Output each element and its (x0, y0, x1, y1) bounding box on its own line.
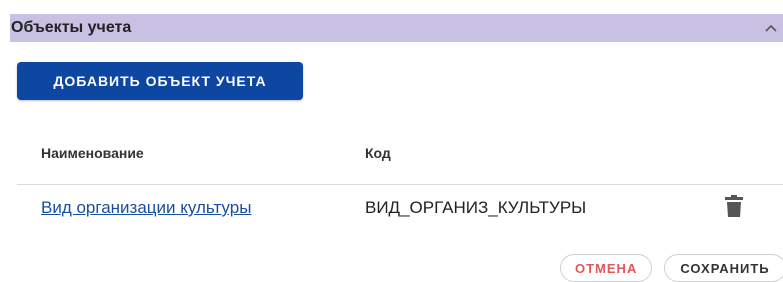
section-title: Объекты учета (11, 19, 132, 36)
chevron-up-icon[interactable] (763, 20, 779, 36)
column-header-name: Наименование (41, 145, 144, 161)
trash-icon[interactable] (725, 194, 743, 218)
section-header[interactable]: Объекты учета (10, 14, 783, 42)
add-accounting-object-button[interactable]: ДОБАВИТЬ ОБЪЕКТ УЧЕТА (17, 62, 303, 100)
row-divider (17, 184, 783, 185)
object-code: ВИД_ОРГАНИЗ_КУЛЬТУРЫ (365, 198, 587, 217)
object-name-link[interactable]: Вид организации культуры (41, 198, 251, 218)
column-header-code: Код (365, 145, 391, 161)
